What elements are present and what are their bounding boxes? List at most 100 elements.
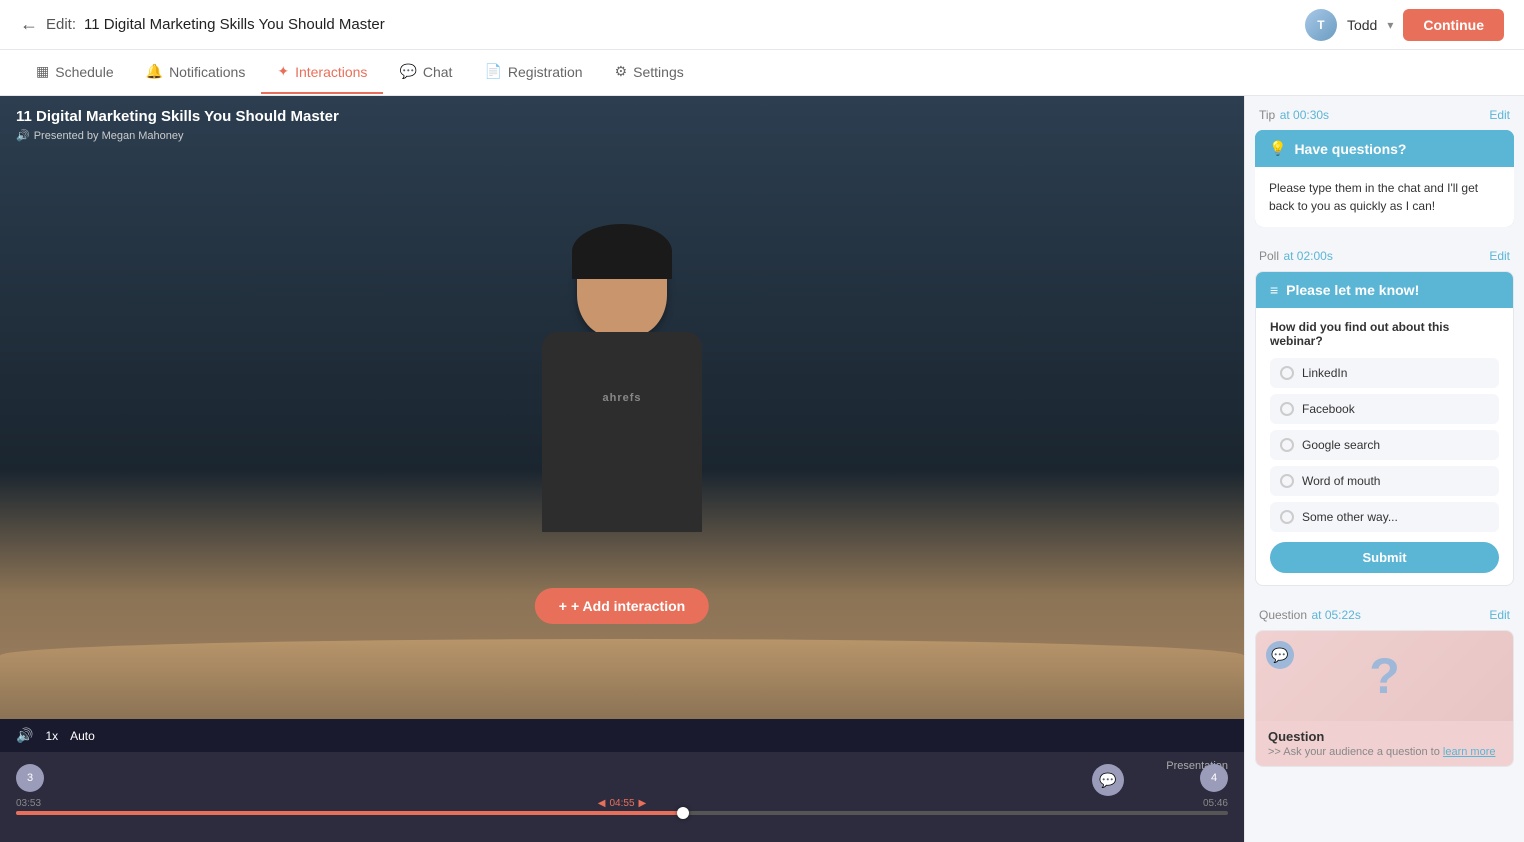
right-panel: Tip at 00:30s Edit 💡 Have questions? Ple…: [1244, 96, 1524, 842]
poll-option-linkedin-label: LinkedIn: [1302, 366, 1347, 380]
notifications-icon: 🔔: [146, 63, 163, 80]
timeline-thumb[interactable]: [677, 807, 689, 819]
time-start: 03:53: [16, 798, 41, 809]
quality-control[interactable]: Auto: [70, 729, 95, 743]
video-area: 11 Digital Marketing Skills You Should M…: [0, 96, 1244, 842]
poll-edit-button[interactable]: Edit: [1489, 249, 1510, 263]
radio-linkedin[interactable]: [1280, 366, 1294, 380]
question-edit-button[interactable]: Edit: [1489, 608, 1510, 622]
plus-icon: +: [559, 598, 567, 614]
video-content: 11 Digital Marketing Skills You Should M…: [0, 96, 1244, 719]
tab-chat[interactable]: 💬 Chat: [383, 51, 468, 94]
question-time: at 05:22s: [1311, 608, 1360, 622]
interactions-icon: ✦: [277, 63, 289, 80]
edit-label: Edit:: [46, 16, 76, 33]
tab-registration[interactable]: 📄 Registration: [468, 51, 598, 94]
poll-card-body: How did you find out about this webinar?…: [1256, 308, 1513, 585]
person-figure: [542, 232, 702, 532]
poll-submit-button[interactable]: Submit: [1270, 542, 1499, 573]
poll-option-facebook[interactable]: Facebook: [1270, 394, 1499, 424]
poll-question-text: How did you find out about this webinar?: [1270, 320, 1499, 348]
tip-section-header: Tip at 00:30s Edit: [1245, 96, 1524, 130]
poll-option-linkedin[interactable]: LinkedIn: [1270, 358, 1499, 388]
tip-card-body: Please type them in the chat and I'll ge…: [1255, 167, 1514, 227]
radio-otherway[interactable]: [1280, 510, 1294, 524]
poll-option-wordofmouth[interactable]: Word of mouth: [1270, 466, 1499, 496]
radio-google[interactable]: [1280, 438, 1294, 452]
avatar: T: [1305, 9, 1337, 41]
header: ← Edit: 11 Digital Marketing Skills You …: [0, 0, 1524, 50]
tip-label: Tip at 00:30s: [1259, 106, 1329, 124]
tab-notifications[interactable]: 🔔 Notifications: [130, 51, 262, 94]
poll-card: ≡ Please let me know! How did you find o…: [1255, 271, 1514, 586]
radio-wordofmouth[interactable]: [1280, 474, 1294, 488]
poll-list-icon: ≡: [1270, 282, 1278, 298]
poll-section-header: Poll at 02:00s Edit: [1245, 237, 1524, 271]
person-head: [577, 232, 667, 337]
tab-interactions[interactable]: ✦ Interactions: [261, 51, 383, 94]
volume-icon[interactable]: 🔊: [16, 727, 33, 744]
poll-card-header: ≡ Please let me know!: [1256, 272, 1513, 308]
tip-time: at 00:30s: [1280, 108, 1329, 122]
poll-option-otherway[interactable]: Some other way...: [1270, 502, 1499, 532]
volume-icon-small: 🔊: [16, 129, 30, 142]
time-end: 05:46: [1203, 798, 1228, 809]
person-hair: [572, 224, 672, 279]
registration-icon: 📄: [484, 63, 501, 80]
poll-option-otherway-label: Some other way...: [1302, 510, 1398, 524]
tip-card-header: 💡 Have questions?: [1255, 130, 1514, 167]
question-section-header: Question at 05:22s Edit: [1245, 596, 1524, 630]
radio-facebook[interactable]: [1280, 402, 1294, 416]
question-chat-icon: 💬: [1266, 641, 1294, 669]
question-label: Question at 05:22s: [1259, 606, 1361, 624]
timeline-dot-3[interactable]: 3: [16, 764, 44, 792]
poll-label: Poll at 02:00s: [1259, 247, 1333, 265]
poll-option-wordofmouth-label: Word of mouth: [1302, 474, 1380, 488]
person-torso: [542, 332, 702, 532]
video-title: 11 Digital Marketing Skills You Should M…: [16, 108, 339, 125]
video-frame: 11 Digital Marketing Skills You Should M…: [0, 96, 1244, 719]
question-card-image: 💬 ?: [1256, 631, 1513, 721]
question-mark: ?: [1369, 647, 1400, 705]
settings-icon: ⚙: [615, 63, 628, 80]
chat-dot[interactable]: 💬: [1092, 764, 1124, 796]
main-layout: 11 Digital Marketing Skills You Should M…: [0, 96, 1524, 842]
header-right: T Todd ▾ Continue: [1305, 9, 1504, 41]
tip-card-text: Please type them in the chat and I'll ge…: [1269, 179, 1500, 215]
poll-time: at 02:00s: [1283, 249, 1332, 263]
video-presenter: 🔊 Presented by Megan Mahoney: [16, 129, 339, 142]
tip-card-title: Have questions?: [1294, 141, 1406, 157]
continue-button[interactable]: Continue: [1403, 9, 1504, 41]
timeline-bar[interactable]: [16, 811, 1228, 815]
poll-card-title: Please let me know!: [1286, 282, 1419, 298]
timeline-dot-4[interactable]: 4: [1200, 764, 1228, 792]
poll-option-google-label: Google search: [1302, 438, 1380, 452]
video-info-overlay: 11 Digital Marketing Skills You Should M…: [16, 108, 339, 142]
tab-settings[interactable]: ⚙ Settings: [599, 51, 700, 94]
tip-edit-button[interactable]: Edit: [1489, 108, 1510, 122]
timeline-numbers: 03:53 ◀ 04:55 ▶ 05:46: [0, 796, 1244, 811]
header-left: ← Edit: 11 Digital Marketing Skills You …: [20, 14, 385, 35]
tip-card: 💡 Have questions? Please type them in th…: [1255, 130, 1514, 227]
question-learn-more-link[interactable]: learn more: [1443, 746, 1496, 758]
poll-option-facebook-label: Facebook: [1302, 402, 1355, 416]
tip-bulb-icon: 💡: [1269, 140, 1286, 157]
question-card: 💬 ? Question >> Ask your audience a ques…: [1255, 630, 1514, 767]
tip-section: Tip at 00:30s Edit 💡 Have questions? Ple…: [1245, 96, 1524, 237]
user-dropdown-icon[interactable]: ▾: [1387, 18, 1393, 32]
poll-option-google[interactable]: Google search: [1270, 430, 1499, 460]
add-interaction-button[interactable]: + + Add interaction: [535, 588, 709, 624]
page-title: 11 Digital Marketing Skills You Should M…: [84, 16, 385, 33]
tab-schedule[interactable]: ▦ Schedule: [20, 51, 130, 94]
question-desc: >> Ask your audience a question to learn…: [1268, 746, 1501, 758]
question-label-text: Question: [1268, 729, 1501, 744]
timeline-bar-container[interactable]: [0, 811, 1244, 815]
play-icon[interactable]: ▶: [639, 798, 647, 809]
time-current: ◀ 04:55 ▶: [598, 798, 646, 809]
video-controls: 🔊 1x Auto: [0, 719, 1244, 752]
question-card-label: Question >> Ask your audience a question…: [1256, 721, 1513, 766]
speed-control[interactable]: 1x: [45, 729, 58, 743]
back-button[interactable]: ←: [20, 14, 38, 35]
desk: [0, 639, 1244, 719]
poll-section: Poll at 02:00s Edit ≡ Please let me know…: [1245, 237, 1524, 596]
